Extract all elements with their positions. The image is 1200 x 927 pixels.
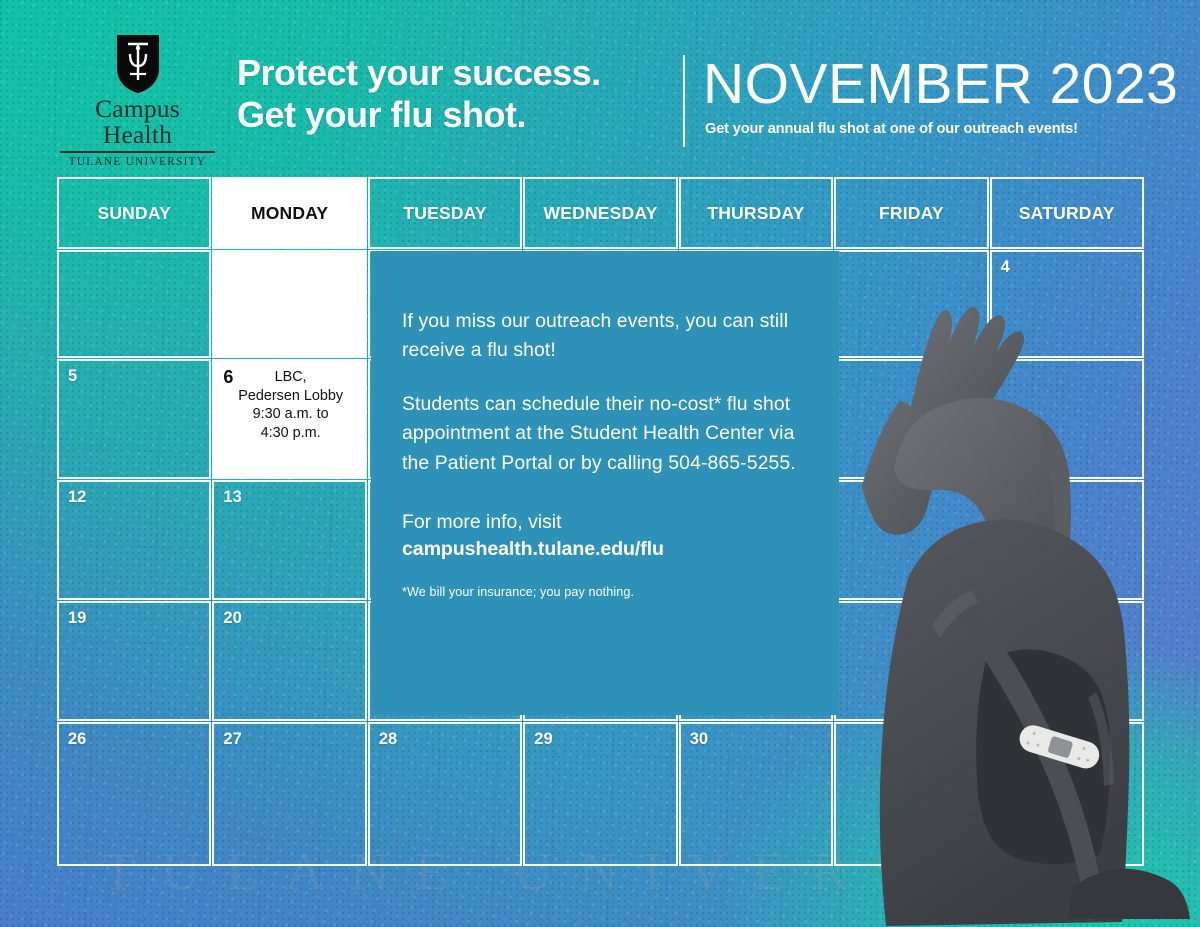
event-line: LBC, [274, 369, 307, 385]
calendar-day-19: 19 [56, 601, 212, 721]
weekday-header-thursday: THURSDAY [678, 177, 834, 249]
info-paragraph-1: If you miss our outreach events, you can… [402, 310, 789, 362]
day-number: 20 [223, 609, 242, 627]
month-subtitle: Get your annual flu shot at one of our o… [705, 121, 1078, 137]
calendar-day-empty [212, 250, 367, 358]
calendar-day-12: 12 [56, 480, 212, 600]
weekday-header-monday: MONDAY [212, 177, 367, 249]
calendar-day-13: 13 [212, 480, 367, 600]
calendar-day-28: 28 [367, 722, 523, 866]
calendar-day-26: 26 [56, 722, 212, 866]
calendar-day-5: 5 [56, 359, 212, 479]
calendar-day-20: 20 [212, 601, 367, 721]
day-number: 27 [223, 730, 242, 748]
person-waving-with-bandage-silhouette-icon [800, 248, 1200, 927]
logo-divider [60, 151, 215, 153]
weekday-header-sunday: SUNDAY [56, 177, 212, 249]
day-number: 13 [223, 488, 242, 506]
poster-tagline: Protect your success. Get your flu shot. [237, 52, 601, 137]
calendar-day-29: 29 [523, 722, 678, 866]
tagline-line-1: Protect your success. [237, 52, 601, 93]
tagline-line-2: Get your flu shot. [237, 94, 527, 136]
info-url-link[interactable]: campushealth.tulane.edu/flu [402, 538, 805, 561]
day-number: 5 [68, 367, 78, 385]
weekday-header-wednesday: WEDNESDAY [523, 177, 678, 249]
weekday-header-saturday: SATURDAY [989, 177, 1145, 249]
calendar-day-6: 6 LBC, Pedersen Lobby 9:30 a.m. to 4:30 p.m. [212, 359, 367, 479]
day-number: 30 [689, 730, 709, 748]
event-line: Pedersen Lobby [238, 387, 344, 404]
month-title: NOVEMBER 2023 [703, 52, 1179, 116]
calendar-day-empty [56, 250, 212, 358]
info-paragraph-2: Students can schedule their no-cost* flu… [402, 392, 796, 474]
weekday-header-friday: FRIDAY [834, 177, 989, 249]
poster-header: Campus Health TULANE UNIVERSITY Protect … [0, 0, 1200, 175]
event-line: 4:30 p.m. [260, 425, 321, 442]
info-panel: If you miss our outreach events, you can… [371, 251, 839, 715]
event-line: 9:30 a.m. to [252, 406, 329, 423]
header-divider [683, 55, 685, 147]
day-number: 28 [378, 730, 398, 748]
calendar-day-27: 27 [212, 722, 367, 866]
logo-subtitle: TULANE UNIVERSITY [68, 156, 207, 168]
logo-name: Campus Health [95, 94, 180, 149]
weekday-header-tuesday: TUESDAY [367, 177, 523, 249]
calendar-event: LBC, Pedersen Lobby 9:30 a.m. to 4:30 p.m. [225, 368, 355, 443]
tulane-shield-crest-icon [116, 35, 159, 94]
day-number: 12 [68, 488, 87, 506]
day-number: 19 [68, 609, 87, 627]
campus-health-logo: Campus Health TULANE UNIVERSITY [60, 34, 215, 168]
info-footnote: *We bill your insurance; you pay nothing… [402, 584, 635, 599]
day-number: 26 [68, 730, 87, 748]
day-number: 29 [534, 730, 553, 748]
info-visit-label: For more info, visit [402, 511, 562, 534]
